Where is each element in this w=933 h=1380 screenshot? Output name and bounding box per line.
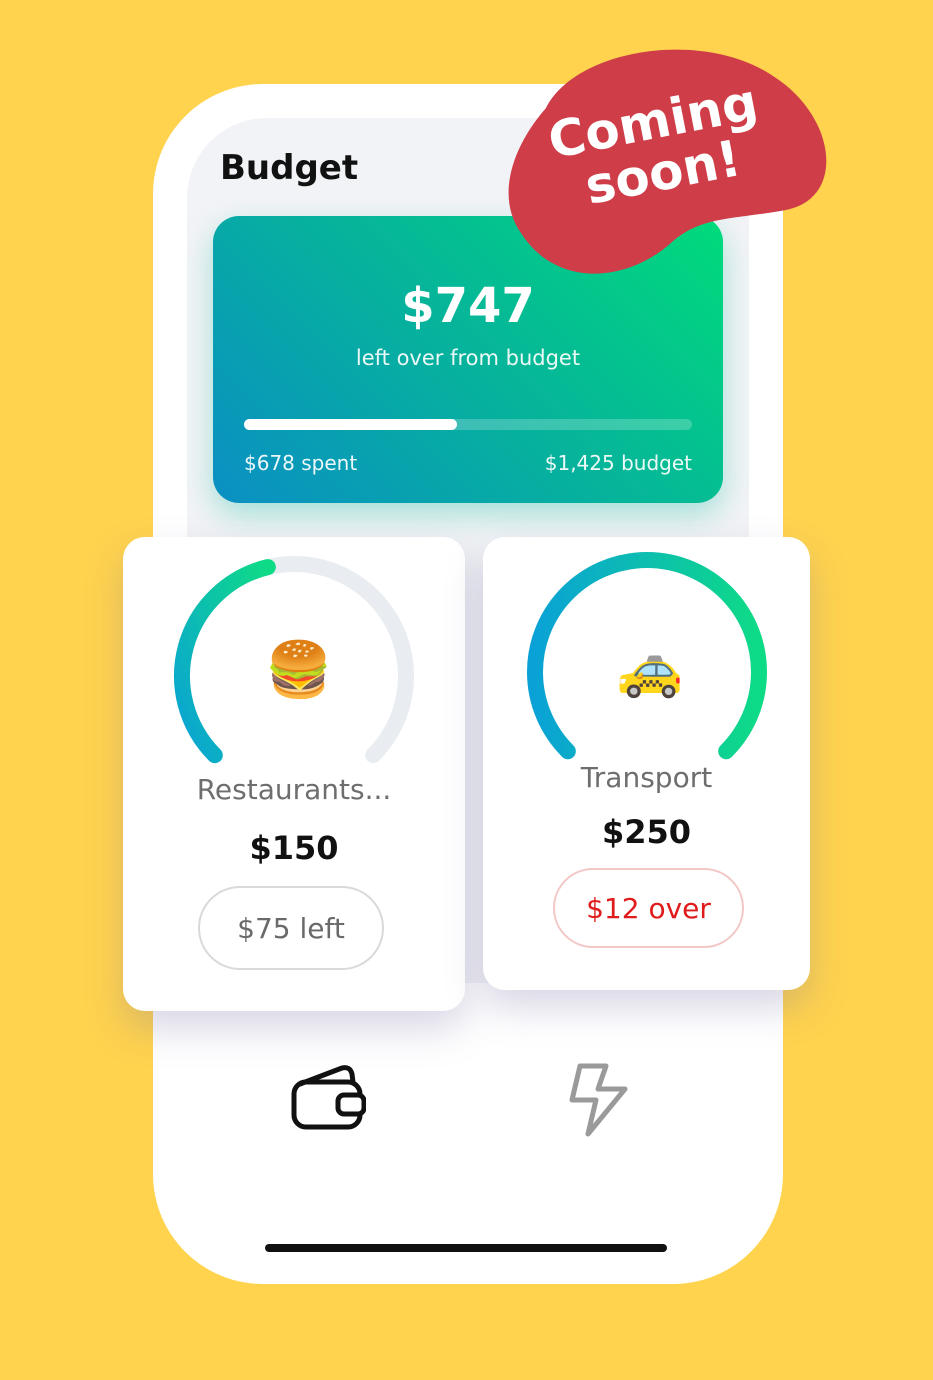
page-title: Budget	[220, 148, 359, 188]
category-card-transport[interactable]: 🚕 Transport $250 $12 over	[483, 537, 810, 990]
budget-progress-track	[244, 419, 692, 430]
category-amount: $150	[249, 829, 339, 867]
hamburger-icon: 🍔	[265, 638, 333, 701]
restaurants-gauge-progress	[173, 559, 276, 764]
wallet-icon	[291, 1065, 367, 1130]
taxi-icon: 🚕	[616, 637, 684, 700]
status-badge-left: $75 left	[198, 886, 384, 970]
budget-remaining-label: left over from budget	[355, 346, 581, 370]
nav-tab-budget[interactable]	[290, 1062, 367, 1136]
budget-progress-fill	[244, 419, 458, 430]
category-amount: $250	[601, 813, 692, 851]
category-name: Transport	[580, 761, 713, 794]
nav-tab-activity[interactable]	[568, 1062, 634, 1142]
status-badge-over: $12 over	[553, 868, 744, 948]
home-indicator	[265, 1244, 667, 1252]
category-card-restaurants[interactable]: 🍔 Restaurants... $150 $75 left	[123, 537, 465, 1011]
category-name: Restaurants...	[196, 773, 392, 806]
budget-total-label: $1,425 budget	[544, 451, 692, 475]
budget-remaining-amount: $747	[401, 278, 535, 334]
lightning-icon	[569, 1063, 628, 1137]
spent-label: $678 spent	[244, 451, 358, 475]
